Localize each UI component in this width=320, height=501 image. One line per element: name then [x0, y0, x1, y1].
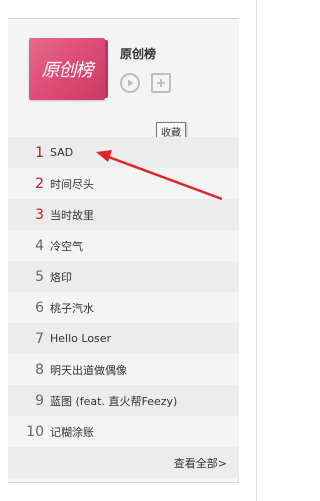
page-edge-rule — [256, 0, 257, 501]
song-title[interactable]: SAD — [50, 146, 73, 159]
song-row[interactable]: 7 Hello Loser — [8, 323, 239, 354]
chart-header: 原创榜 原创榜 收藏 — [8, 19, 239, 141]
song-title[interactable]: 记糊涂账 — [50, 424, 94, 440]
song-row[interactable]: 9 蓝图 (feat. 直火帮Feezy) — [8, 385, 239, 416]
play-icon[interactable] — [120, 73, 140, 93]
song-title[interactable]: 冷空气 — [50, 238, 83, 254]
song-row[interactable]: 6 桃子汽水 — [8, 292, 239, 323]
song-rank: 6 — [35, 299, 44, 316]
song-row[interactable]: 4 冷空气 — [8, 230, 239, 261]
song-title[interactable]: Hello Loser — [50, 332, 111, 345]
cover-logo-text: 原创榜 — [41, 60, 94, 81]
song-row[interactable]: 8 明天出道做偶像 — [8, 354, 239, 385]
chart-footer: 查看全部> — [8, 447, 239, 478]
song-row[interactable]: 10 记糊涂账 — [8, 416, 239, 447]
song-rank: 1 — [35, 144, 44, 161]
song-rank: 4 — [35, 237, 44, 254]
chart-cover-image[interactable]: 原创榜 — [29, 38, 108, 100]
song-title[interactable]: 蓝图 (feat. 直火帮Feezy) — [50, 393, 177, 409]
song-title[interactable]: 当时故里 — [50, 207, 94, 223]
song-title[interactable]: 明天出道做偶像 — [50, 362, 127, 378]
song-title[interactable]: 时间尽头 — [50, 176, 94, 192]
view-all-link[interactable]: 查看全部> — [174, 455, 227, 471]
song-row[interactable]: 3 当时故里 — [8, 199, 239, 230]
song-rank: 2 — [35, 175, 44, 192]
chart-panel: 原创榜 原创榜 收藏 1 SAD 2 时间尽头 3 当时故里 4 冷空气 5 烙… — [8, 18, 239, 483]
add-to-folder-icon[interactable] — [151, 73, 171, 93]
chart-title[interactable]: 原创榜 — [120, 45, 156, 62]
song-row[interactable]: 5 烙印 — [8, 261, 239, 292]
song-rank: 9 — [35, 392, 44, 409]
song-title[interactable]: 桃子汽水 — [50, 300, 94, 316]
song-title[interactable]: 烙印 — [50, 269, 72, 285]
song-rank: 3 — [35, 206, 44, 223]
song-rank: 7 — [35, 330, 44, 347]
song-rank: 10 — [26, 423, 44, 440]
song-row[interactable]: 2 时间尽头 — [8, 168, 239, 199]
song-list: 1 SAD 2 时间尽头 3 当时故里 4 冷空气 5 烙印 6 桃子汽水 7 … — [8, 137, 239, 478]
song-rank: 5 — [35, 268, 44, 285]
song-row[interactable]: 1 SAD — [8, 137, 239, 168]
song-rank: 8 — [35, 361, 44, 378]
